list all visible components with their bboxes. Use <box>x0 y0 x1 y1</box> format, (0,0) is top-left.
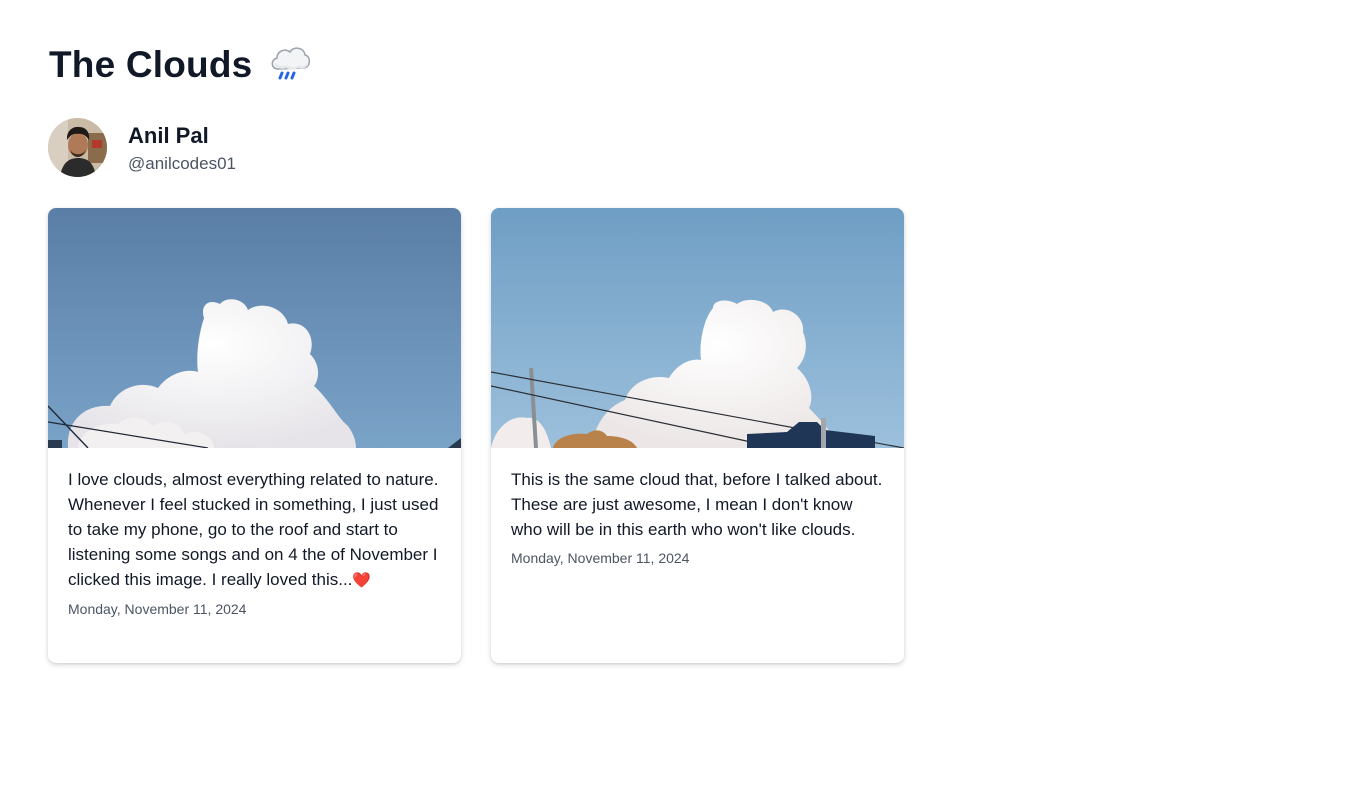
page-header: The Clouds <box>49 40 312 90</box>
heart-icon: ❤️ <box>352 572 372 589</box>
post-date: Monday, November 11, 2024 <box>511 550 690 566</box>
post-text: This is the same cloud that, before I ta… <box>511 470 883 539</box>
post-card[interactable]: This is the same cloud that, before I ta… <box>491 208 904 663</box>
post-body: This is the same cloud that, before I ta… <box>491 448 904 568</box>
author-handle[interactable]: @anilcodes01 <box>128 154 236 174</box>
page-title: The Clouds <box>49 44 253 85</box>
post-card[interactable]: I love clouds, almost everything related… <box>48 208 461 663</box>
post-image[interactable] <box>491 208 904 448</box>
post-text-content: I love clouds, almost everything related… <box>68 470 439 589</box>
post-date: Monday, November 11, 2024 <box>68 601 247 617</box>
cloud-rain-icon <box>268 43 312 83</box>
author-text: Anil Pal @anilcodes01 <box>128 121 236 174</box>
avatar[interactable] <box>48 118 107 177</box>
page: The Clouds Anil Pal @anilcodes01 I love … <box>0 0 1363 805</box>
author-name[interactable]: Anil Pal <box>128 123 236 149</box>
post-body: I love clouds, almost everything related… <box>48 448 461 619</box>
post-image[interactable] <box>48 208 461 448</box>
post-text: I love clouds, almost everything related… <box>68 467 441 593</box>
author-info: Anil Pal @anilcodes01 <box>48 118 236 177</box>
